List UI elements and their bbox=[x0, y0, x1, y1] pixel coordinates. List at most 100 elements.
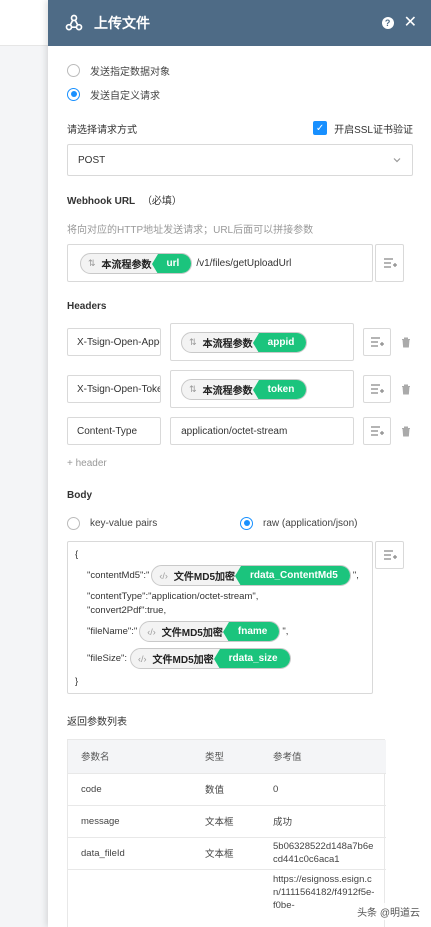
headers-list: X-Tsign-Open-App-Id ⇅本流程参数 appid X-Tsign… bbox=[67, 323, 413, 454]
param-pill[interactable]: ⇅ 本流程参数 token bbox=[181, 378, 308, 400]
ssl-toggle[interactable]: ✓ 开启SSL证书验证 bbox=[313, 121, 413, 136]
checkbox-checked-icon[interactable]: ✓ bbox=[313, 121, 328, 135]
panel-title: 上传文件 bbox=[94, 15, 150, 31]
header-value-field[interactable]: ⇅ 本流程参数 appid bbox=[170, 323, 354, 361]
insert-field-button[interactable] bbox=[362, 417, 391, 445]
trash-icon[interactable] bbox=[400, 426, 413, 437]
send-mode-option-custom[interactable]: 发送自定义请求 bbox=[67, 83, 413, 105]
insert-field-button[interactable] bbox=[375, 244, 404, 282]
insert-field-icon bbox=[370, 384, 384, 394]
param-ref: 成功 bbox=[260, 805, 386, 838]
pill-source: 本流程参数 bbox=[101, 259, 152, 271]
code-line: "fileSize": ‹/› 文件MD5加密 rdata_size bbox=[87, 648, 291, 669]
pill-field: token bbox=[252, 379, 307, 399]
panel-content: 发送指定数据对象 发送自定义请求 请选择请求方式 ✓ 开启SSL证书验证 POS… bbox=[48, 46, 431, 927]
param-pill[interactable]: ‹/› 文件MD5加密 fname bbox=[139, 621, 281, 642]
trash-icon[interactable] bbox=[400, 337, 413, 348]
close-icon[interactable]: ✕ bbox=[404, 15, 417, 31]
header-row: X-Tsign-Open-App-Id ⇅本流程参数 appid bbox=[67, 323, 413, 361]
table-row: data_fileId 文本框 5b06328522d148a7b6ecd441… bbox=[68, 837, 386, 870]
add-header-link[interactable]: + header bbox=[67, 458, 107, 469]
code-key: "contentMd5":" bbox=[87, 570, 150, 581]
send-mode-label-object: 发送指定数据对象 bbox=[90, 66, 170, 78]
method-label: 请选择请求方式 bbox=[67, 124, 137, 136]
pill-field: fname bbox=[222, 622, 280, 641]
table-row: code 数值 0 bbox=[68, 773, 386, 806]
param-type: 文本框 bbox=[192, 837, 260, 870]
insert-field-icon bbox=[383, 258, 397, 268]
code-line: { bbox=[75, 549, 79, 560]
code-line: "convert2Pdf":true, bbox=[87, 605, 167, 616]
radio-checked[interactable] bbox=[240, 516, 253, 530]
header-key-field[interactable]: X-Tsign-Open-App-Id bbox=[67, 328, 162, 356]
column-header: 参数名 bbox=[68, 740, 192, 774]
send-mode-option-object[interactable]: 发送指定数据对象 bbox=[67, 59, 413, 81]
header-key-field[interactable]: Content-Type bbox=[67, 417, 162, 445]
webhook-url-row: ⇅ 本流程参数 url /v1/files/getUploadUrl bbox=[67, 244, 413, 282]
param-name: data_fileId bbox=[68, 837, 192, 870]
code-text: ", bbox=[352, 570, 359, 581]
method-value: POST bbox=[78, 154, 106, 166]
code-key: "fileName":" bbox=[87, 626, 138, 637]
header-value-field[interactable]: ⇅ 本流程参数 token bbox=[170, 370, 354, 408]
trash-icon[interactable] bbox=[400, 384, 413, 395]
pill-field: appid bbox=[252, 332, 307, 352]
header-row: Content-Type application/octet-stream bbox=[67, 417, 413, 445]
webhook-hint: 将向对应的HTTP地址发送请求；URL后面可以拼接参数 bbox=[67, 225, 314, 236]
radio-checked[interactable] bbox=[67, 87, 80, 101]
code-line: "contentMd5":" ‹/› 文件MD5加密 rdata_ContentM… bbox=[87, 565, 359, 586]
body-editor: { "contentMd5":" ‹/› 文件MD5加密 rdata_Conten… bbox=[67, 541, 413, 694]
body-option-kv-label: key-value pairs bbox=[90, 517, 158, 529]
webhook-url-field[interactable]: ⇅ 本流程参数 url /v1/files/getUploadUrl bbox=[67, 244, 373, 282]
param-type: 数值 bbox=[192, 773, 260, 806]
param-pill[interactable]: ‹/› 文件MD5加密 rdata_ContentMd5 bbox=[151, 565, 351, 586]
webhook-icon bbox=[65, 14, 83, 31]
body-type-options: key-value pairs raw (application/json) bbox=[67, 512, 413, 534]
insert-field-icon bbox=[383, 550, 397, 560]
radio-unchecked[interactable] bbox=[67, 516, 80, 530]
pill-field: rdata_ContentMd5 bbox=[235, 566, 350, 585]
insert-field-icon bbox=[370, 337, 384, 347]
header-value-field[interactable]: application/octet-stream bbox=[170, 417, 354, 445]
column-header: 类型 bbox=[192, 740, 260, 774]
insert-field-button[interactable] bbox=[362, 328, 391, 356]
param-pill[interactable]: ‹/› 文件MD5加密 rdata_size bbox=[130, 648, 291, 669]
param-pill[interactable]: ⇅ 本流程参数 appid bbox=[181, 331, 308, 353]
method-row: 请选择请求方式 ✓ 开启SSL证书验证 bbox=[67, 119, 413, 137]
param-type: 文本框 bbox=[192, 805, 260, 838]
param-pill[interactable]: ⇅ 本流程参数 url bbox=[80, 252, 193, 274]
headers-label: Headers bbox=[67, 301, 107, 312]
insert-field-button[interactable] bbox=[375, 541, 404, 569]
webhook-required: （必填） bbox=[141, 196, 182, 207]
header-key-field[interactable]: X-Tsign-Open-Token bbox=[67, 375, 162, 403]
param-name: message bbox=[68, 805, 192, 838]
body-code-field[interactable]: { "contentMd5":" ‹/› 文件MD5加密 rdata_Conten… bbox=[67, 541, 373, 694]
param-name: code bbox=[68, 773, 192, 806]
code-text: ", bbox=[282, 626, 289, 637]
page-backdrop bbox=[0, 0, 48, 927]
header-row: X-Tsign-Open-Token ⇅ 本流程参数 token bbox=[67, 370, 413, 408]
pill-source: 文件MD5加密 bbox=[173, 572, 236, 583]
method-select[interactable]: POST bbox=[67, 144, 413, 176]
chevron-down-icon bbox=[393, 158, 401, 163]
upload-file-panel: 上传文件 ? ✕ 发送指定数据对象 发送自定义请求 请选择请求方式 ✓ 开启SS… bbox=[48, 0, 431, 927]
ssl-label: 开启SSL证书验证 bbox=[334, 124, 413, 136]
param-ref: 5b06328522d148a7b6ecd441c0c6aca1 bbox=[260, 837, 386, 870]
table-header-row: 参数名 类型 参考值 bbox=[68, 740, 386, 774]
table-row: message 文本框 成功 bbox=[68, 805, 386, 838]
code-line: "fileName":" ‹/› 文件MD5加密 fname ", bbox=[87, 621, 288, 642]
insert-field-button[interactable] bbox=[362, 375, 391, 403]
panel-header: 上传文件 ? ✕ bbox=[48, 0, 431, 46]
watermark: 头条 @明道云 bbox=[354, 903, 423, 920]
webhook-label: Webhook URL bbox=[67, 196, 136, 207]
body-option-raw[interactable]: raw (application/json) bbox=[240, 512, 358, 534]
returns-label: 返回参数列表 bbox=[67, 717, 127, 728]
question-circle-icon[interactable]: ? bbox=[381, 17, 394, 29]
pill-source: 本流程参数 bbox=[202, 385, 253, 397]
code-line: "contentType":"application/octet-stream"… bbox=[87, 591, 259, 602]
code-key: "fileSize": bbox=[87, 653, 128, 664]
radio-unchecked[interactable] bbox=[67, 63, 80, 77]
backdrop-toolbar bbox=[0, 0, 48, 46]
body-option-raw-label: raw (application/json) bbox=[263, 517, 358, 529]
body-option-kv[interactable]: key-value pairs bbox=[67, 512, 240, 534]
